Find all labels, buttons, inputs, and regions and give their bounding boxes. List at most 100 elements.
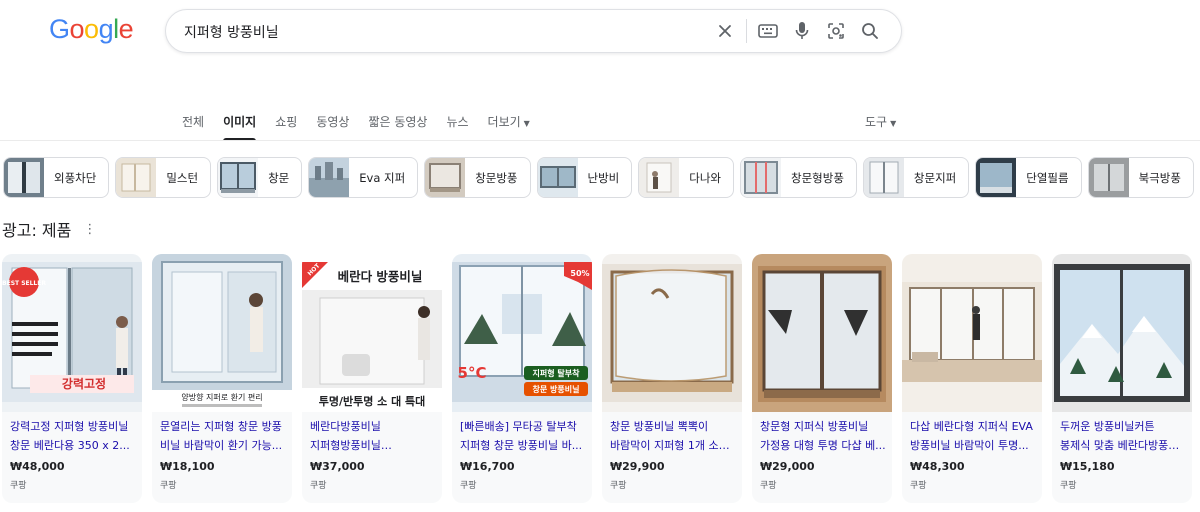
product-title[interactable]: 창문 방풍비닐 뽁뽁이 바람막이 지퍼형 1개 소(120... bbox=[610, 417, 736, 455]
product-price: ₩48,000 bbox=[10, 460, 65, 473]
search-icon[interactable] bbox=[853, 14, 887, 48]
search-bar[interactable]: 지퍼형 방풍비닐 bbox=[165, 9, 902, 53]
product-title[interactable]: [빠른배송] 무타공 탈부착 지퍼형 창문 방풍비닐 바... bbox=[460, 417, 586, 455]
search-input[interactable]: 지퍼형 방풍비닐 bbox=[184, 22, 279, 42]
logo-letter: o bbox=[84, 14, 99, 44]
product-price: ₩29,000 bbox=[760, 460, 815, 473]
product-card[interactable]: 50% 5°C 지퍼형 탈부착 창문 방풍비닐 [빠른배송] 무타공 탈부착 지… bbox=[452, 254, 592, 503]
product-seller: 쿠팡 bbox=[610, 481, 627, 491]
product-price: ₩18,100 bbox=[160, 460, 215, 473]
product-seller: 쿠팡 bbox=[160, 481, 177, 491]
product-card[interactable]: BEST SELLER 강력고정 강력고정 지퍼형 방풍비닐 창문 베란다용 3… bbox=[2, 254, 142, 503]
product-price: ₩48,300 bbox=[910, 460, 965, 473]
chip-label: 난방비 bbox=[587, 170, 620, 185]
product-image: 50% 5°C 지퍼형 탈부착 창문 방풍비닐 bbox=[452, 254, 592, 412]
chip-related-search[interactable]: Eva 지퍼 bbox=[308, 157, 419, 198]
product-image-caption: 강력고정 bbox=[62, 376, 106, 391]
more-options-icon[interactable]: ⋮ bbox=[83, 222, 96, 237]
clear-icon[interactable] bbox=[708, 14, 742, 48]
tab-more[interactable]: 더보기 ▼ bbox=[488, 112, 530, 136]
product-image-caption: 양방향 지퍼로 환기 편리 bbox=[181, 392, 262, 402]
product-seller: 쿠팡 bbox=[910, 481, 927, 491]
tab-label: 동영상 bbox=[316, 115, 350, 129]
tools-button[interactable]: 도구 ▼ bbox=[865, 112, 896, 134]
chip-thumbnail bbox=[741, 158, 782, 197]
tab-all[interactable]: 전체 bbox=[182, 112, 204, 136]
ads-title: 광고: 제품 bbox=[2, 221, 72, 240]
chip-thumbnail bbox=[537, 158, 578, 197]
chip-related-search[interactable]: 외풍차단 bbox=[3, 157, 110, 198]
product-image bbox=[1052, 254, 1192, 412]
product-ads-carousel: BEST SELLER 강력고정 강력고정 지퍼형 방풍비닐 창문 베란다용 3… bbox=[2, 254, 1200, 503]
product-title[interactable]: 두꺼운 방풍비닐커튼 봉제식 맞춤 베란다방풍막 창... bbox=[1060, 417, 1186, 455]
logo-letter: o bbox=[69, 14, 85, 44]
chip-thumbnail bbox=[218, 158, 259, 197]
chip-related-search[interactable]: 창문지퍼 bbox=[862, 157, 970, 198]
tab-label: 짧은 동영상 bbox=[368, 115, 428, 129]
logo-letter: e bbox=[118, 14, 134, 44]
tab-label: 더보기 bbox=[487, 115, 521, 129]
chip-thumbnail bbox=[425, 158, 466, 197]
tab-label: 뉴스 bbox=[446, 115, 469, 129]
chip-related-search[interactable]: 다나와 bbox=[638, 157, 735, 198]
chip-thumbnail bbox=[1088, 158, 1129, 197]
product-image-caption: 창문 방풍비닐 bbox=[533, 384, 580, 394]
product-card[interactable]: 창문 방풍비닐 뽁뽁이 바람막이 지퍼형 1개 소(120... ₩29,900… bbox=[602, 254, 742, 503]
product-price: ₩15,180 bbox=[1060, 460, 1115, 473]
product-image-badge: 50% bbox=[570, 269, 589, 278]
tab-images[interactable]: 이미지 bbox=[223, 112, 257, 141]
caret-down-icon: ▼ bbox=[523, 119, 530, 128]
product-seller: 쿠팡 bbox=[760, 481, 777, 491]
chip-related-search[interactable]: 북극방풍 bbox=[1087, 157, 1194, 198]
product-title[interactable]: 창문형 지퍼식 방풍비닐 가정용 대형 투명 다샵 베... bbox=[760, 417, 886, 455]
chip-thumbnail bbox=[639, 158, 680, 197]
product-seller: 쿠팡 bbox=[1060, 481, 1077, 491]
product-image bbox=[902, 254, 1042, 412]
microphone-icon[interactable] bbox=[785, 14, 819, 48]
chip-related-search[interactable]: 단열필름 bbox=[975, 157, 1082, 198]
tab-short-videos[interactable]: 짧은 동영상 bbox=[368, 112, 427, 136]
product-price: ₩29,900 bbox=[610, 460, 665, 473]
chip-thumbnail bbox=[309, 158, 350, 197]
chip-related-search[interactable]: 창문형방풍 bbox=[740, 157, 857, 198]
product-price: ₩37,000 bbox=[310, 460, 365, 473]
product-seller: 쿠팡 bbox=[460, 481, 477, 491]
chip-label: 창문지퍼 bbox=[913, 170, 957, 185]
chip-related-search[interactable]: 창문방풍 bbox=[424, 157, 531, 198]
product-title[interactable]: 베란다방풍비닐 지퍼형방풍비닐 방풍비닐지퍼 투... bbox=[310, 417, 436, 455]
product-title[interactable]: 강력고정 지퍼형 방풍비닐 창문 베란다용 350 x 2... bbox=[10, 417, 136, 455]
product-image-badge: BEST SELLER bbox=[2, 280, 46, 287]
chip-label: Eva 지퍼 bbox=[359, 170, 406, 185]
tab-shopping[interactable]: 쇼핑 bbox=[275, 112, 297, 136]
chip-related-search[interactable]: 난방비 bbox=[536, 157, 633, 198]
tab-label: 이미지 bbox=[223, 115, 257, 129]
chip-related-search[interactable]: 창문 bbox=[217, 157, 303, 198]
chip-label: 북극방풍 bbox=[1138, 170, 1181, 185]
lens-camera-icon[interactable] bbox=[819, 14, 853, 48]
product-card[interactable]: 다삽 베란다형 지퍼식 EVA 방풍비닐 바람막이 투명... ₩48,300 … bbox=[902, 254, 1042, 503]
product-image-headline: 베란다 방풍비닐 bbox=[338, 269, 423, 284]
product-card[interactable]: 창문형 지퍼식 방풍비닐 가정용 대형 투명 다샵 베... ₩29,000 쿠… bbox=[752, 254, 892, 503]
google-logo[interactable]: Google bbox=[49, 14, 134, 45]
chip-related-search[interactable]: 밀스턴 bbox=[115, 157, 212, 198]
tab-videos[interactable]: 동영상 bbox=[316, 112, 349, 136]
product-image: BEST SELLER 강력고정 bbox=[2, 254, 142, 412]
tools-label: 도구 bbox=[865, 115, 888, 129]
product-seller: 쿠팡 bbox=[310, 481, 327, 491]
chip-thumbnail bbox=[863, 158, 904, 197]
chip-label: 단열필름 bbox=[1026, 170, 1069, 185]
product-title[interactable]: 다삽 베란다형 지퍼식 EVA 방풍비닐 바람막이 투명... bbox=[910, 417, 1036, 455]
product-card[interactable]: 베란다 방풍비닐 HOT 투명/반투명 소 대 특대 베란다방풍비닐 지퍼형방풍… bbox=[302, 254, 442, 503]
chip-label: 밀스턴 bbox=[166, 170, 199, 185]
ads-section-header: 광고: 제품 ⋮ bbox=[2, 217, 96, 241]
product-card[interactable]: 두꺼운 방풍비닐커튼 봉제식 맞춤 베란다방풍막 창... ₩15,180 쿠팡 bbox=[1052, 254, 1192, 503]
chip-label: 창문 bbox=[268, 170, 290, 185]
tab-label: 쇼핑 bbox=[275, 115, 298, 129]
product-card[interactable]: 양방향 지퍼로 환기 편리 문열리는 지퍼형 창문 방풍 비닐 바람막이 환기 … bbox=[152, 254, 292, 503]
product-image: 양방향 지퍼로 환기 편리 bbox=[152, 254, 292, 412]
search-tabs: 전체 이미지 쇼핑 동영상 짧은 동영상 뉴스 더보기 ▼ bbox=[182, 112, 549, 141]
logo-letter: g bbox=[98, 14, 114, 44]
tab-news[interactable]: 뉴스 bbox=[446, 112, 468, 136]
keyboard-icon[interactable] bbox=[751, 14, 785, 48]
product-title[interactable]: 문열리는 지퍼형 창문 방풍 비닐 바람막이 환기 가능... bbox=[160, 417, 286, 455]
